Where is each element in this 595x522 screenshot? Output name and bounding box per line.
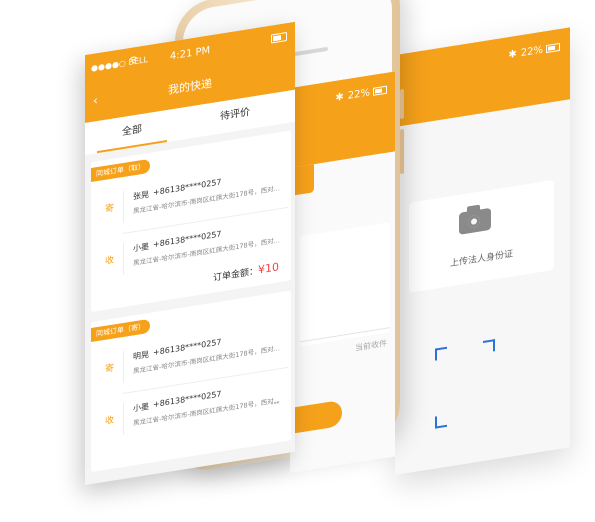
order-card[interactable]: 同城订单（寄） 寄 明晃 +86138****0257 黑龙江省-哈尔滨市-南岗…	[91, 290, 291, 473]
camera-icon	[459, 207, 491, 235]
hint-text: 当前收件	[355, 338, 387, 353]
order-card[interactable]: 同城订单（取） 寄 张晃 +86138****0257 黑龙江省-哈尔滨市-南岗…	[91, 130, 291, 313]
upload-label: 上传法人身份证	[449, 249, 513, 270]
order-type-badge: 同城订单（寄）	[91, 318, 150, 343]
side-button	[400, 88, 404, 120]
more-icon[interactable]	[271, 388, 281, 405]
receiver-badge: 收	[105, 415, 115, 427]
middle-screen: ✱ 22% 当前收件	[290, 71, 395, 474]
back-screen-header: ✱ 22%	[395, 27, 570, 127]
status-bar: ✱ 22%	[335, 85, 387, 104]
receiver-name: 小墨	[133, 241, 149, 254]
side-button	[400, 128, 404, 175]
front-screen: ●●●●○ BELL 4:21 PM ‹ 我的快递 全部 待评价 同城订单（取）…	[85, 21, 295, 486]
sender-name: 明晃	[133, 349, 149, 362]
battery-icon	[373, 85, 387, 96]
sender-name: 张晃	[133, 189, 149, 202]
receiver-name: 小墨	[133, 401, 149, 414]
order-type-badge: 同城订单（取）	[91, 158, 150, 183]
order-total-label: 订单金额：	[212, 266, 258, 284]
back-screen: ✱ 22% 上传法人身份证	[395, 27, 570, 476]
battery-icon	[546, 42, 560, 54]
banner-fragment	[292, 164, 314, 196]
sender-badge: 寄	[105, 363, 115, 375]
battery-text: 22%	[347, 87, 370, 102]
status-bar: ✱ 22%	[508, 42, 560, 61]
form-panel	[300, 222, 390, 347]
middle-screen-header: ✱ 22%	[290, 71, 395, 168]
bluetooth-icon: ✱	[508, 48, 517, 62]
battery-text: 22%	[520, 44, 543, 60]
sender-badge: 寄	[105, 203, 115, 215]
id-upload-card[interactable]: 上传法人身份证	[409, 179, 554, 293]
receiver-badge: 收	[105, 255, 115, 267]
submit-button[interactable]	[290, 399, 342, 434]
order-total-amount: ¥10	[258, 260, 279, 277]
bluetooth-icon: ✱	[335, 91, 344, 104]
scan-frame	[435, 339, 495, 429]
